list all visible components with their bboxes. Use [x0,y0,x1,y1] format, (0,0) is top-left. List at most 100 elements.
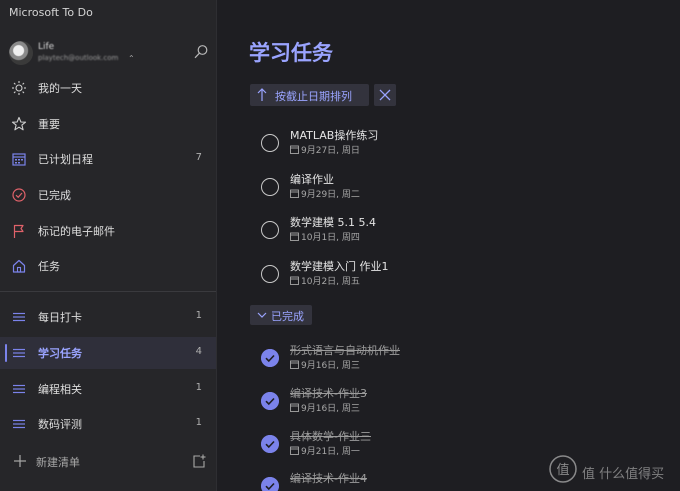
nav-item-completed[interactable]: 已完成 [0,179,216,211]
task-title: 编译技术-作业4 [290,472,367,485]
nav-item-tasks[interactable]: 任务 [0,250,216,282]
list-label: 编程相关 [38,383,82,396]
task-due: 9月21日, 周一 [290,444,360,457]
nav-item-my-day[interactable]: 我的一天 [0,72,216,104]
close-icon[interactable] [374,84,396,106]
list-label: 数码评测 [38,418,82,431]
complete-checkbox[interactable] [261,178,279,196]
task-item[interactable]: MATLAB操作练习 9月27日, 周日 [258,127,658,167]
nav-item-planned[interactable]: 已计划日程 7 [0,143,216,175]
task-due: 10月2日, 周五 [290,274,360,287]
nav-label: 已计划日程 [38,153,93,166]
search-icon[interactable] [193,44,209,60]
checkmark-icon[interactable] [261,392,279,410]
task-title: 编译技术-作业3 [290,387,367,400]
nav-count: 7 [195,152,202,163]
task-item[interactable]: 编译作业 9月29日, 周二 [258,171,658,211]
calendar-icon [290,189,299,198]
list-icon [13,419,25,429]
nav-item-flagged-email[interactable]: 标记的电子邮件 [0,215,216,247]
task-title: 形式语言与自动机作业 [290,344,400,357]
list-count: 4 [195,346,202,357]
task-due-text: 9月27日, 周日 [301,146,360,156]
app-title: Microsoft To Do [9,6,93,19]
sun-icon [12,81,26,95]
complete-checkbox[interactable] [261,221,279,239]
task-due-text: 9月16日, 周三 [301,361,360,371]
sidebar: Microsoft To Do Life playtech@outlook.co… [0,0,217,491]
calendar-icon [12,153,26,166]
task-due: 10月1日, 周四 [290,230,360,243]
nav-label: 我的一天 [38,82,82,95]
calendar-icon [290,446,299,455]
task-title: 具体数学-作业三 [290,430,371,443]
profile-name: Life [38,42,55,52]
avatar[interactable] [9,41,33,65]
task-due: 9月16日, 周三 [290,401,360,414]
completed-section-toggle[interactable]: 已完成 [250,305,312,325]
task-item[interactable]: 数学建模 5.1 5.4 10月1日, 周四 [258,214,658,254]
arrow-up-icon [257,88,267,101]
star-icon [11,116,27,131]
task-due-text: 9月16日, 周三 [301,404,360,414]
main-panel: 学习任务 按截止日期排列 MATLAB操作练习 9月27日, 周日 编译作业 9… [218,0,680,491]
complete-checkbox[interactable] [261,265,279,283]
active-indicator [5,344,7,362]
watermark-logo-icon: 值 [549,455,577,483]
profile-email: playtech@outlook.com [38,54,119,62]
sort-button[interactable]: 按截止日期排列 [250,84,369,106]
completed-task-item[interactable]: 编译技术-作业3 9月16日, 周三 [258,385,658,425]
flag-icon [13,224,24,238]
calendar-icon [290,232,299,241]
list-icon [13,348,25,358]
watermark-text: 值 什么值得买 [582,467,665,482]
task-due: 9月27日, 周日 [290,143,360,156]
task-item[interactable]: 数学建模入门 作业1 10月2日, 周五 [258,258,658,298]
checkmark-icon[interactable] [261,477,279,491]
chevron-up-down-icon[interactable]: ⌃ [128,54,135,63]
calendar-icon [290,403,299,412]
list-count: 1 [195,310,202,321]
complete-checkbox[interactable] [261,134,279,152]
completed-section-label: 已完成 [271,310,304,323]
sidebar-divider [0,291,216,292]
home-icon [12,259,26,273]
nav-label: 标记的电子邮件 [38,225,115,238]
list-icon [13,312,25,322]
add-group-icon[interactable] [191,453,207,469]
calendar-icon [290,276,299,285]
checkmark-icon[interactable] [261,435,279,453]
check-circle-icon [12,188,26,202]
list-label: 学习任务 [38,347,82,360]
nav-label: 已完成 [38,189,71,202]
list-count: 1 [195,417,202,428]
list-icon [13,384,25,394]
watermark: 值 值 什么值得买 [548,452,676,486]
new-list-button[interactable]: 新建清单 [0,447,216,477]
task-due-text: 9月29日, 周二 [301,190,360,200]
list-label: 每日打卡 [38,311,82,324]
chevron-down-icon [257,312,267,318]
list-count: 1 [195,382,202,393]
checkmark-icon[interactable] [261,349,279,367]
list-item-programming[interactable]: 编程相关 1 [0,373,216,405]
task-due-text: 9月21日, 周一 [301,447,360,457]
list-item-digital-review[interactable]: 数码评测 1 [0,408,216,440]
svg-text:值: 值 [556,462,569,478]
task-title: MATLAB操作练习 [290,129,379,142]
list-item-study-tasks[interactable]: 学习任务 4 [0,337,216,369]
new-list-label: 新建清单 [36,456,80,469]
completed-task-item[interactable]: 形式语言与自动机作业 9月16日, 周三 [258,342,658,382]
list-item-daily-checkin[interactable]: 每日打卡 1 [0,301,216,333]
page-title: 学习任务 [249,41,333,65]
calendar-icon [290,145,299,154]
profile[interactable]: Life playtech@outlook.com ⌃ [9,41,209,67]
task-due: 9月16日, 周三 [290,358,360,371]
task-due-text: 10月1日, 周四 [301,233,360,243]
task-title: 数学建模入门 作业1 [290,260,389,273]
nav-item-important[interactable]: 重要 [0,108,216,140]
task-title: 编译作业 [290,173,334,186]
task-due: 9月29日, 周二 [290,187,360,200]
plus-icon [14,455,26,467]
nav-label: 任务 [38,260,60,273]
